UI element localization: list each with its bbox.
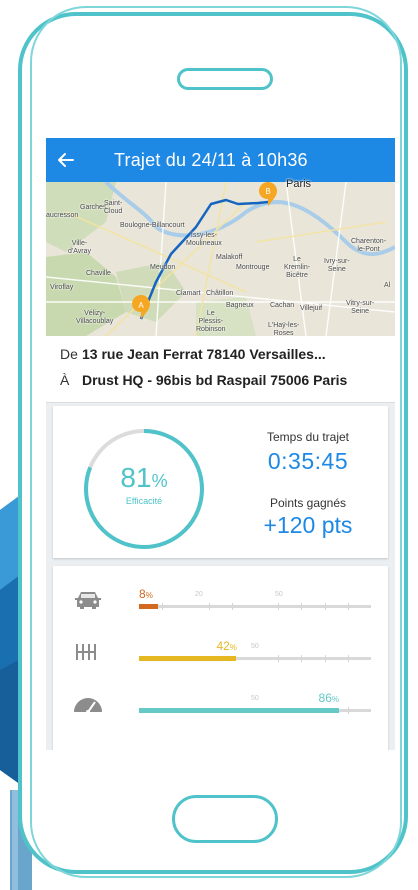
- efficiency-number: 81: [120, 462, 152, 493]
- map-label: Vitry-sur- Seine: [346, 300, 375, 315]
- map-label: Châtillon: [206, 290, 234, 297]
- route-map[interactable]: A B Paris Garches Saint- Cloud Boulogne-…: [46, 178, 395, 337]
- map-label: Garches: [80, 204, 107, 211]
- car-front-icon: [75, 592, 101, 609]
- page-title: Trajet du 24/11 à 10h36: [114, 149, 308, 170]
- score-track: 8% 20 50: [139, 587, 371, 610]
- to-address: Drust HQ - 96bis bd Raspail 75006 Paris: [82, 372, 348, 388]
- score-track: 86% 50: [139, 691, 371, 714]
- map-label: Bagneux: [226, 302, 254, 309]
- efficiency-value: 81%: [81, 462, 207, 494]
- map-label: Villejuif: [300, 305, 323, 312]
- back-arrow-icon[interactable]: [46, 138, 86, 182]
- from-address: 13 rue Jean Ferrat 78140 Versailles...: [82, 346, 326, 362]
- to-address-row: À Drust HQ - 96bis bd Raspail 75006 Pari…: [60, 372, 347, 388]
- map-label: Viroflay: [50, 284, 74, 291]
- app-screen: Trajet du 24/11 à 10h36 A B Paris Garche…: [46, 138, 395, 750]
- map-label: Al: [384, 282, 391, 289]
- points-value: +120 pts: [263, 512, 353, 538]
- score-fill: [139, 708, 339, 713]
- map-label: Paris: [286, 178, 312, 190]
- score-tick-label: 20: [195, 591, 203, 598]
- from-prefix: De: [60, 346, 78, 362]
- score-tick-label: 50: [275, 591, 283, 598]
- map-label: Le Plessis- Robinson: [196, 310, 226, 333]
- score-row-speed: 86% 50: [53, 684, 388, 724]
- score-tick: [278, 603, 280, 610]
- phone-speaker: [177, 68, 273, 90]
- map-label: Meudon: [150, 264, 176, 271]
- to-prefix: À: [60, 372, 70, 388]
- score-tick: [347, 655, 349, 662]
- map-label: Clamart: [176, 290, 201, 297]
- driving-scores-card: 8% 20 50 42% 50 86% 50: [53, 566, 388, 750]
- trip-stats-card: 81% Efficacité Temps du trajet 0:35:45 P…: [53, 406, 388, 558]
- map-label: Malakoff: [216, 254, 243, 261]
- map-label: Ivry-sur- Seine: [324, 258, 350, 273]
- speedometer-icon: [74, 698, 102, 714]
- score-tick: [324, 603, 326, 610]
- map-label: Le Kremlin- Bicêtre: [284, 256, 311, 279]
- score-tick: [208, 603, 210, 610]
- map-label: Saint- Cloud: [104, 200, 123, 215]
- app-bar: Trajet du 24/11 à 10h36: [46, 138, 395, 182]
- trip-time-value: 0:35:45: [267, 448, 349, 474]
- map-label: Charenton- le-Pont: [351, 238, 387, 253]
- score-tick: [324, 655, 326, 662]
- trip-time-label: Temps du trajet: [266, 430, 350, 444]
- score-tick: [301, 603, 303, 610]
- map-label: Cachan: [270, 302, 295, 309]
- phone-home-button[interactable]: [172, 795, 278, 843]
- gear-shift-icon: [76, 644, 96, 660]
- score-fill: [139, 656, 237, 661]
- map-label: Montrouge: [236, 264, 270, 271]
- efficiency-label: Efficacité: [125, 496, 163, 506]
- score-tick-label: 50: [251, 695, 259, 702]
- score-row-braking: 8% 20 50: [53, 580, 388, 620]
- map-label: Boulogne-Billancourt: [120, 222, 185, 229]
- score-track: 42% 50: [139, 639, 371, 662]
- score-tick-label: 50: [251, 643, 259, 650]
- marker-a-label: A: [138, 301, 144, 310]
- score-value: 8%: [139, 587, 153, 601]
- score-tick: [347, 603, 349, 610]
- marker-b-label: B: [265, 187, 270, 196]
- map-label: Vélizy- Villacoublay: [76, 310, 114, 325]
- score-tick: [278, 655, 280, 662]
- score-row-gears: 42% 50: [53, 632, 388, 672]
- map-label: aucresson: [46, 212, 79, 219]
- score-value: 86%: [318, 691, 339, 705]
- score-tick: [231, 603, 233, 610]
- efficiency-unit: %: [151, 471, 168, 491]
- score-tick: [162, 603, 164, 610]
- score-tick: [301, 655, 303, 662]
- from-address-row: De 13 rue Jean Ferrat 78140 Versailles..…: [60, 346, 326, 362]
- score-value: 42%: [216, 639, 237, 653]
- score-fill: [139, 604, 158, 609]
- trip-addresses: De 13 rue Jean Ferrat 78140 Versailles..…: [46, 336, 395, 403]
- points-label: Points gagnés: [269, 496, 347, 510]
- map-label: Ville- d'Avray: [68, 240, 91, 255]
- map-label: Issy-les- Moulineaux: [186, 232, 222, 247]
- map-label: Chaville: [86, 270, 111, 277]
- score-tick: [347, 707, 349, 714]
